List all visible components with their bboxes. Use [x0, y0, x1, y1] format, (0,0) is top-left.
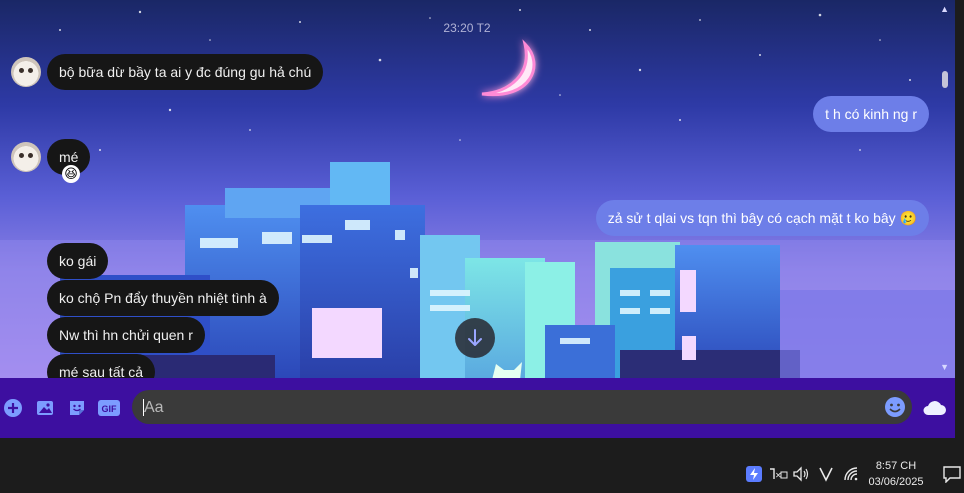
scrollbar[interactable]: [941, 0, 951, 378]
text-caret: [143, 399, 144, 416]
incoming-message[interactable]: mé sau tất cả: [47, 354, 156, 378]
gif-label: GIF: [102, 404, 118, 414]
v-icon[interactable]: [818, 465, 834, 483]
incoming-message[interactable]: Nw thì hn chửi quen r: [47, 317, 205, 353]
message-row: Nw thì hn chửi quen r: [47, 317, 205, 353]
emoji-icon[interactable]: [884, 396, 906, 418]
image-icon[interactable]: [34, 397, 56, 419]
clock-date: 03/06/2025: [868, 476, 924, 488]
add-icon[interactable]: [2, 397, 24, 419]
scroll-down-arrow-icon[interactable]: ▼: [940, 362, 949, 372]
cloud-icon[interactable]: [921, 397, 947, 419]
clock-time: 8:57 CH: [875, 460, 917, 472]
message-row: t h có kinh ng r: [813, 96, 929, 132]
message-row: zả sử t qlai vs tqn thì bây có cạch mặt …: [595, 200, 929, 236]
sticker-icon[interactable]: [66, 397, 88, 419]
gif-icon[interactable]: GIF: [97, 397, 121, 419]
avatar[interactable]: [11, 142, 41, 172]
incoming-message[interactable]: bộ bữa dừ bầy ta ai y đc đúng gu hả chú: [47, 54, 324, 90]
taskbar-clock[interactable]: 8:57 CH 03/06/2025: [860, 458, 932, 490]
volume-icon[interactable]: [792, 465, 810, 483]
avatar[interactable]: [11, 57, 41, 87]
scroll-to-bottom-button[interactable]: [455, 318, 495, 358]
message-row: bộ bữa dừ bầy ta ai y đc đúng gu hả chú: [11, 54, 324, 90]
message-composer: GIF: [0, 378, 955, 438]
keyboard-icon[interactable]: ✕: [768, 465, 788, 483]
message-row: ko chộ Pn đẩy thuyền nhiệt tình à: [47, 280, 279, 316]
moon-decoration: [481, 39, 536, 97]
message-row: mé sau tất cả: [47, 354, 156, 378]
message-row: ko gái: [47, 243, 109, 279]
reaction-emoji[interactable]: 😆: [62, 165, 80, 183]
wifi-icon[interactable]: [843, 465, 861, 483]
arrow-down-icon: [468, 329, 482, 346]
incoming-message[interactable]: ko chộ Pn đẩy thuyền nhiệt tình à: [47, 280, 279, 316]
scrollbar-thumb[interactable]: [942, 71, 948, 88]
outgoing-message[interactable]: zả sử t qlai vs tqn thì bây có cạch mặt …: [595, 200, 929, 236]
chat-timestamp: 23:20 T2: [443, 21, 491, 35]
chat-window: 23:20 T2 bộ bữa dừ bầy ta ai y đc đúng g…: [0, 0, 955, 378]
outgoing-message[interactable]: t h có kinh ng r: [813, 96, 929, 132]
app-icon[interactable]: [745, 465, 763, 483]
taskbar: ✕ 8:57 CH 03/06/2025: [0, 438, 964, 493]
scroll-up-arrow-icon[interactable]: ▲: [940, 4, 949, 14]
incoming-message[interactable]: ko gái: [47, 243, 109, 279]
notification-icon[interactable]: [942, 465, 962, 483]
message-input[interactable]: [142, 390, 846, 426]
message-input-container[interactable]: [132, 390, 912, 426]
